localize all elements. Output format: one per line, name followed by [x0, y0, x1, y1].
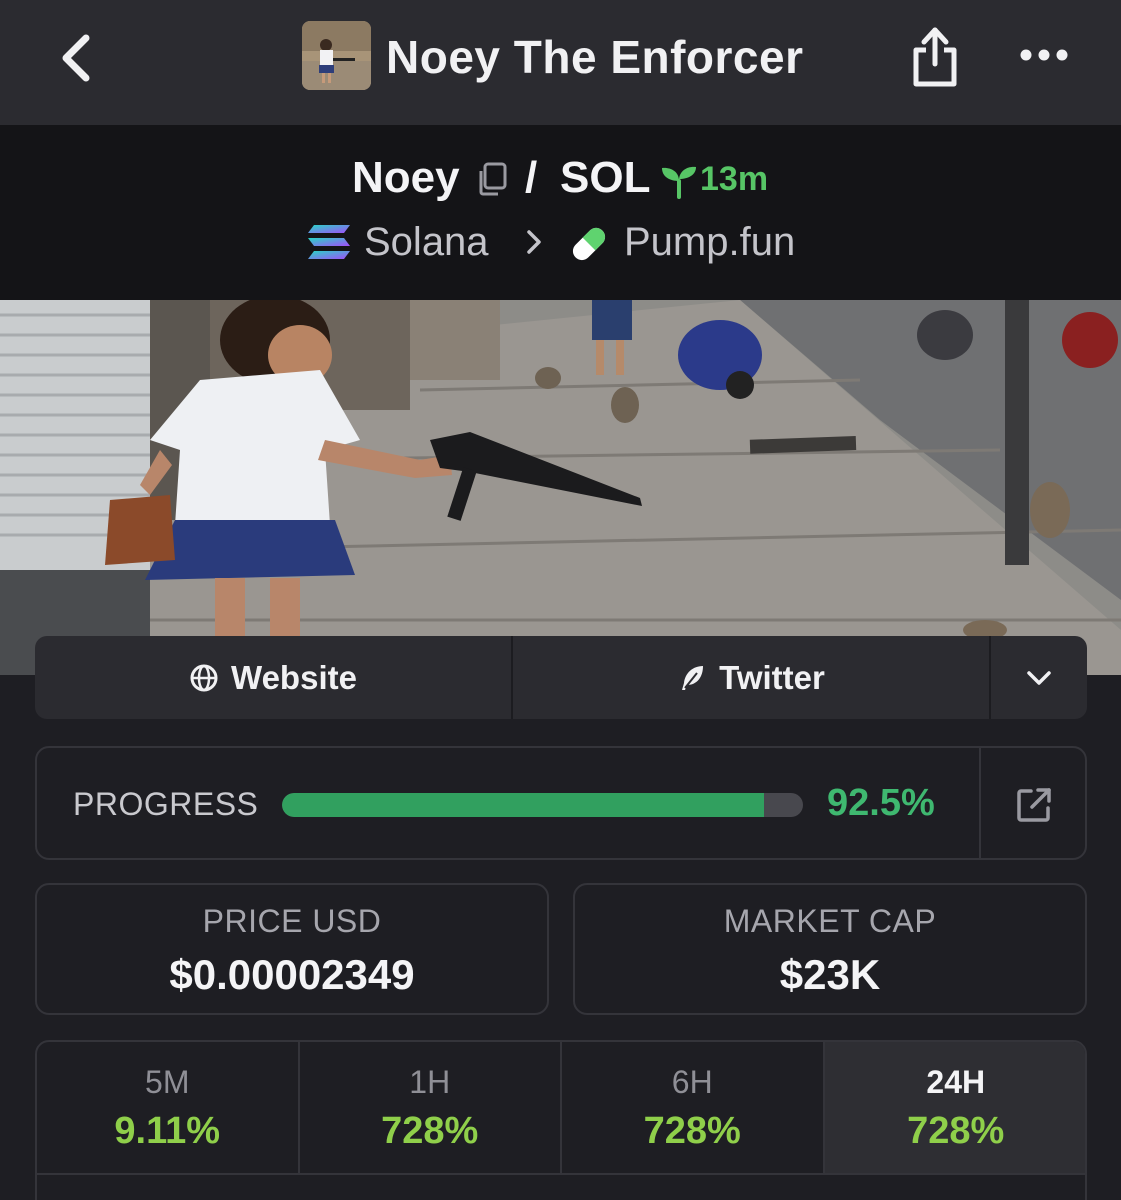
tab-change-value: 728% [381, 1110, 479, 1152]
back-button[interactable] [52, 28, 102, 88]
price-usd-label: PRICE USD [202, 903, 382, 939]
token-banner-image [0, 300, 1121, 675]
tab-change-value: 728% [907, 1110, 1005, 1152]
twitter-label: Twitter [719, 658, 825, 696]
pair-quote-symbol: SOL [560, 153, 651, 202]
sprout-icon [662, 166, 696, 199]
more-options-button[interactable] [1016, 40, 1072, 70]
chevron-left-icon [62, 34, 90, 82]
tab-1h[interactable]: 1H 728% [300, 1042, 562, 1173]
tab-6h[interactable]: 6H 728% [562, 1042, 825, 1173]
pill-icon [572, 227, 606, 261]
pair-separator: / [525, 153, 538, 202]
tab-24h[interactable]: 24H 728% [824, 1042, 1085, 1173]
market-cap-label: MARKET CAP [723, 903, 937, 939]
tab-label: 5M [145, 1064, 190, 1100]
price-usd-card: PRICE USD $0.00002349 [35, 883, 549, 1015]
bonding-progress-card: PROGRESS 92.5% [35, 746, 1087, 860]
links-bar: Website Twitter [35, 636, 1087, 719]
website-label: Website [231, 658, 357, 696]
share-icon [913, 27, 957, 87]
chain-name[interactable]: Solana [364, 220, 489, 265]
progress-divider [979, 748, 981, 858]
open-external-button[interactable] [1013, 784, 1055, 826]
page-title: Noey The Enforcer [386, 31, 804, 83]
website-button[interactable]: Website [35, 636, 513, 719]
progress-label: PROGRESS [73, 786, 259, 822]
progress-bar [282, 793, 803, 817]
tab-label: 24H [926, 1064, 986, 1100]
solana-icon [308, 225, 350, 259]
copy-address-button[interactable] [474, 161, 510, 197]
progress-bar-fill [282, 793, 764, 817]
external-link-icon [1017, 788, 1051, 822]
chevron-right-icon [527, 230, 541, 254]
price-usd-value: $0.00002349 [169, 951, 415, 998]
market-cap-value: $23K [779, 951, 881, 998]
chevron-down-icon [1027, 670, 1051, 685]
dex-name[interactable]: Pump.fun [624, 220, 795, 265]
tab-label: 6H [671, 1064, 713, 1100]
market-cap-card: MARKET CAP $23K [573, 883, 1087, 1015]
pair-base-symbol: Noey [352, 153, 460, 202]
price-change-card: 5M 9.11% 1H 728% 6H 728% 24H 728% [35, 1040, 1087, 1200]
tab-5m[interactable]: 5M 9.11% [37, 1042, 300, 1173]
top-nav-bar: Noey The Enforcer [0, 0, 1121, 125]
more-links-button[interactable] [991, 636, 1087, 719]
pair-age: 13m [700, 160, 769, 198]
twitter-button[interactable]: Twitter [513, 636, 991, 719]
more-dots-icon [1020, 49, 1068, 61]
pair-header: Noey / SOL 13m Solana Pump.fun [0, 125, 1121, 300]
globe-icon [190, 664, 218, 691]
feather-icon [682, 665, 704, 690]
tab-label: 1H [409, 1064, 451, 1100]
timeframe-tabs: 5M 9.11% 1H 728% 6H 728% 24H 728% [37, 1042, 1085, 1175]
copy-icon [479, 162, 507, 196]
token-avatar [302, 21, 371, 90]
share-button[interactable] [904, 22, 966, 92]
progress-value: 92.5% [827, 782, 935, 824]
tab-change-value: 728% [643, 1110, 741, 1152]
tab-change-value: 9.11% [114, 1110, 221, 1152]
